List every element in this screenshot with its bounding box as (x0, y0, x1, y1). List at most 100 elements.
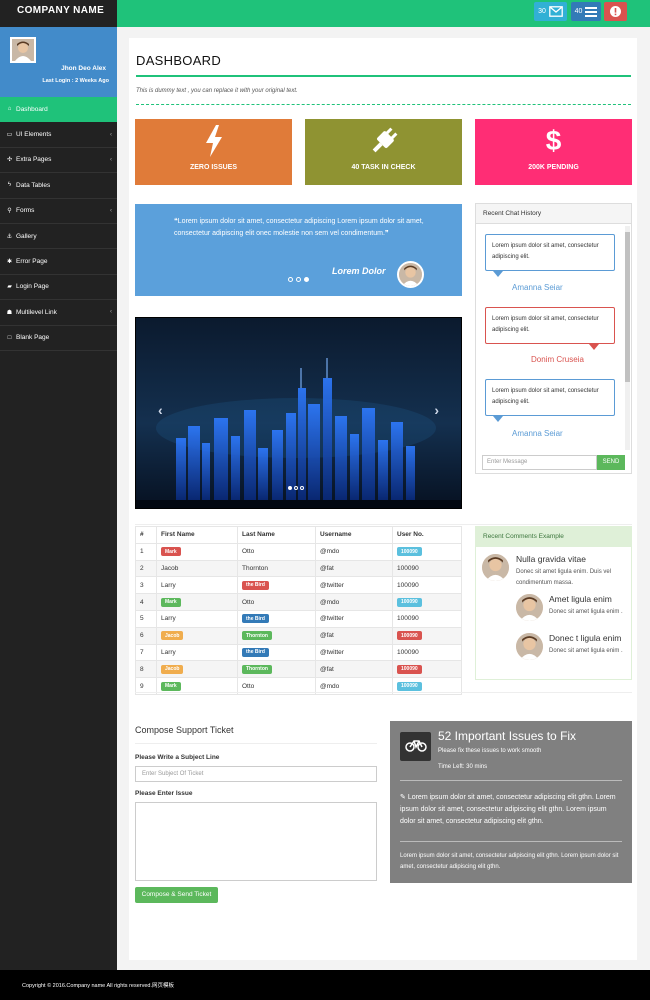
cell-text: @mdo (320, 682, 340, 690)
sidebar-item-dashboard[interactable]: ⌂ Dashboard (0, 97, 117, 123)
table-cell: @twitter (315, 609, 393, 628)
cell-text: 9 (140, 682, 144, 690)
cell-text: 1 (140, 548, 144, 556)
chat-message: Lorem ipsum dolor sit amet, consectetur … (485, 379, 615, 416)
bubble-tail (493, 416, 503, 422)
sidebar-item-label: Gallery (16, 232, 37, 240)
carousel-prev-arrow[interactable]: ‹ (158, 402, 163, 418)
send-button[interactable]: SEND (597, 455, 625, 470)
table-cell: Mark (156, 593, 238, 611)
chevron-left-icon: ‹ (110, 131, 112, 138)
users-table: # First Name Last Name Username User No.… (135, 526, 462, 695)
cell-text: 3 (140, 581, 144, 589)
sidebar-item-ui-elements[interactable]: ▭ UI Elements ‹ (0, 122, 117, 148)
tasks-button[interactable]: 40 (571, 2, 601, 21)
stat-card-issues[interactable]: ZERO ISSUES (135, 119, 292, 185)
carousel-dot-active[interactable] (288, 486, 292, 490)
issue-label: Please Enter Issue (135, 790, 193, 797)
sidebar-item-extra-pages[interactable]: ✣ Extra Pages ‹ (0, 148, 117, 174)
chat-sender[interactable]: Amanna Seiar (512, 283, 563, 292)
table-row: 6 Jacob Thornton @fat 100090 (135, 626, 462, 645)
sidebar-item-login-page[interactable]: ▰ Login Page (0, 275, 117, 301)
slider-dot[interactable] (288, 277, 293, 282)
carousel-dot[interactable] (300, 486, 304, 490)
comment-title[interactable]: Nulla gravida vitae (516, 554, 586, 564)
stat-label: ZERO ISSUES (189, 164, 238, 171)
table-cell: @mdo (315, 542, 393, 561)
table-cell: @fat (315, 559, 393, 578)
avatar (397, 261, 424, 288)
home-icon: ⌂ (7, 106, 12, 113)
exclamation-circle-icon (610, 6, 621, 17)
scrollbar-thumb[interactable] (625, 232, 630, 382)
section-divider (135, 692, 632, 693)
chat-message-input[interactable]: Enter Message (482, 455, 597, 470)
sidebar-item-label: Error Page (16, 258, 48, 266)
desktop-icon: ▭ (6, 132, 13, 139)
table-cell: 100090 (392, 559, 462, 578)
table-row: 5 Larry the Bird @twitter 100090 (135, 609, 462, 628)
carousel-indicators[interactable] (288, 486, 304, 490)
bolt-icon (135, 125, 292, 164)
title-divider (136, 75, 631, 77)
carousel-next-arrow[interactable]: › (434, 402, 439, 418)
envelope-icon (549, 6, 563, 17)
slider-dot[interactable] (296, 277, 301, 282)
cell-text: 8 (140, 665, 144, 673)
comment-title[interactable]: Donec t ligula enim (549, 633, 621, 643)
label-badge: Jacob (161, 664, 184, 674)
stat-card-tasks[interactable]: 40 TASK IN CHECK (305, 119, 462, 185)
avatar (516, 633, 543, 660)
table-cell: Otto (237, 542, 316, 561)
chevron-left-icon: ‹ (110, 156, 112, 163)
table-cell: the Bird (237, 609, 316, 628)
sidebar-item-error-page[interactable]: ✱ Error Page (0, 249, 117, 275)
chat-scrollbar[interactable] (625, 226, 630, 450)
messages-count: 30 (538, 8, 546, 15)
dollar-icon: $ (545, 125, 562, 156)
slider-indicators[interactable] (288, 277, 309, 282)
label-badge: Mark (161, 681, 181, 691)
sidebar-item-forms[interactable]: ⚲ Forms ‹ (0, 199, 117, 224)
slider-dot-active[interactable] (304, 277, 309, 282)
stat-card-pending[interactable]: $ 200K PENDING (475, 119, 632, 185)
label-badge: the Bird (242, 580, 269, 590)
alerts-button[interactable] (604, 2, 627, 21)
table-cell: @fat (315, 626, 393, 645)
brand-logo[interactable]: COMPANY NAME (0, 0, 117, 27)
carousel-dot[interactable] (294, 486, 298, 490)
column-header: First Name (156, 526, 238, 544)
sidebar-item-multilevel-link[interactable]: ☗ Multilevel Link ‹ (0, 300, 117, 326)
table-cell: Larry (156, 609, 238, 628)
messages-button[interactable]: 30 (534, 2, 567, 21)
edit-icon: ✎ (400, 794, 408, 801)
cell-text: Larry (161, 648, 176, 656)
sidebar-item-blank-page[interactable]: □ Blank Page (0, 326, 117, 351)
bicycle-icon: ⚲ (7, 208, 12, 215)
chat-message: Lorem ipsum dolor sit amet, consectetur … (485, 307, 615, 344)
table-row: 1 Mark Otto @mdo 100090 (135, 542, 462, 561)
sidebar-item-data-tables[interactable]: ϟ Data Tables (0, 173, 117, 199)
top-navbar: COMPANY NAME 30 40 (0, 0, 650, 27)
issue-textarea[interactable] (135, 802, 377, 881)
table-cell: 100090 (392, 593, 462, 611)
label-badge: Mark (161, 547, 181, 557)
send-ticket-button[interactable]: Compose & Send Ticket (135, 887, 218, 903)
anchor-icon: ⚓ (6, 233, 13, 240)
table-cell: Thornton (237, 559, 316, 578)
subject-input[interactable]: Enter Subject Of Ticket (135, 766, 377, 782)
label-badge: the Bird (242, 647, 269, 657)
car-icon: ▰ (7, 284, 12, 291)
quote-body: Lorem ipsum dolor sit amet, consectetur … (174, 218, 424, 237)
cell-text: @fat (320, 564, 334, 572)
chat-sender[interactable]: Amanna Seiar (512, 429, 563, 438)
wrench-icon: ✣ (6, 157, 13, 164)
chevron-left-icon: ‹ (110, 309, 112, 316)
chat-sender[interactable]: Donim Cruseia (531, 355, 584, 364)
comment-text: Donec sit amet ligula enim. Duis vel con… (516, 569, 612, 586)
label-badge: 100090 (397, 631, 422, 641)
profile-name: Jhon Deo Alex (61, 65, 106, 72)
sidebar-item-gallery[interactable]: ⚓ Gallery (0, 224, 117, 250)
avatar[interactable] (10, 37, 36, 63)
comment-title[interactable]: Amet ligula enim (549, 594, 612, 604)
